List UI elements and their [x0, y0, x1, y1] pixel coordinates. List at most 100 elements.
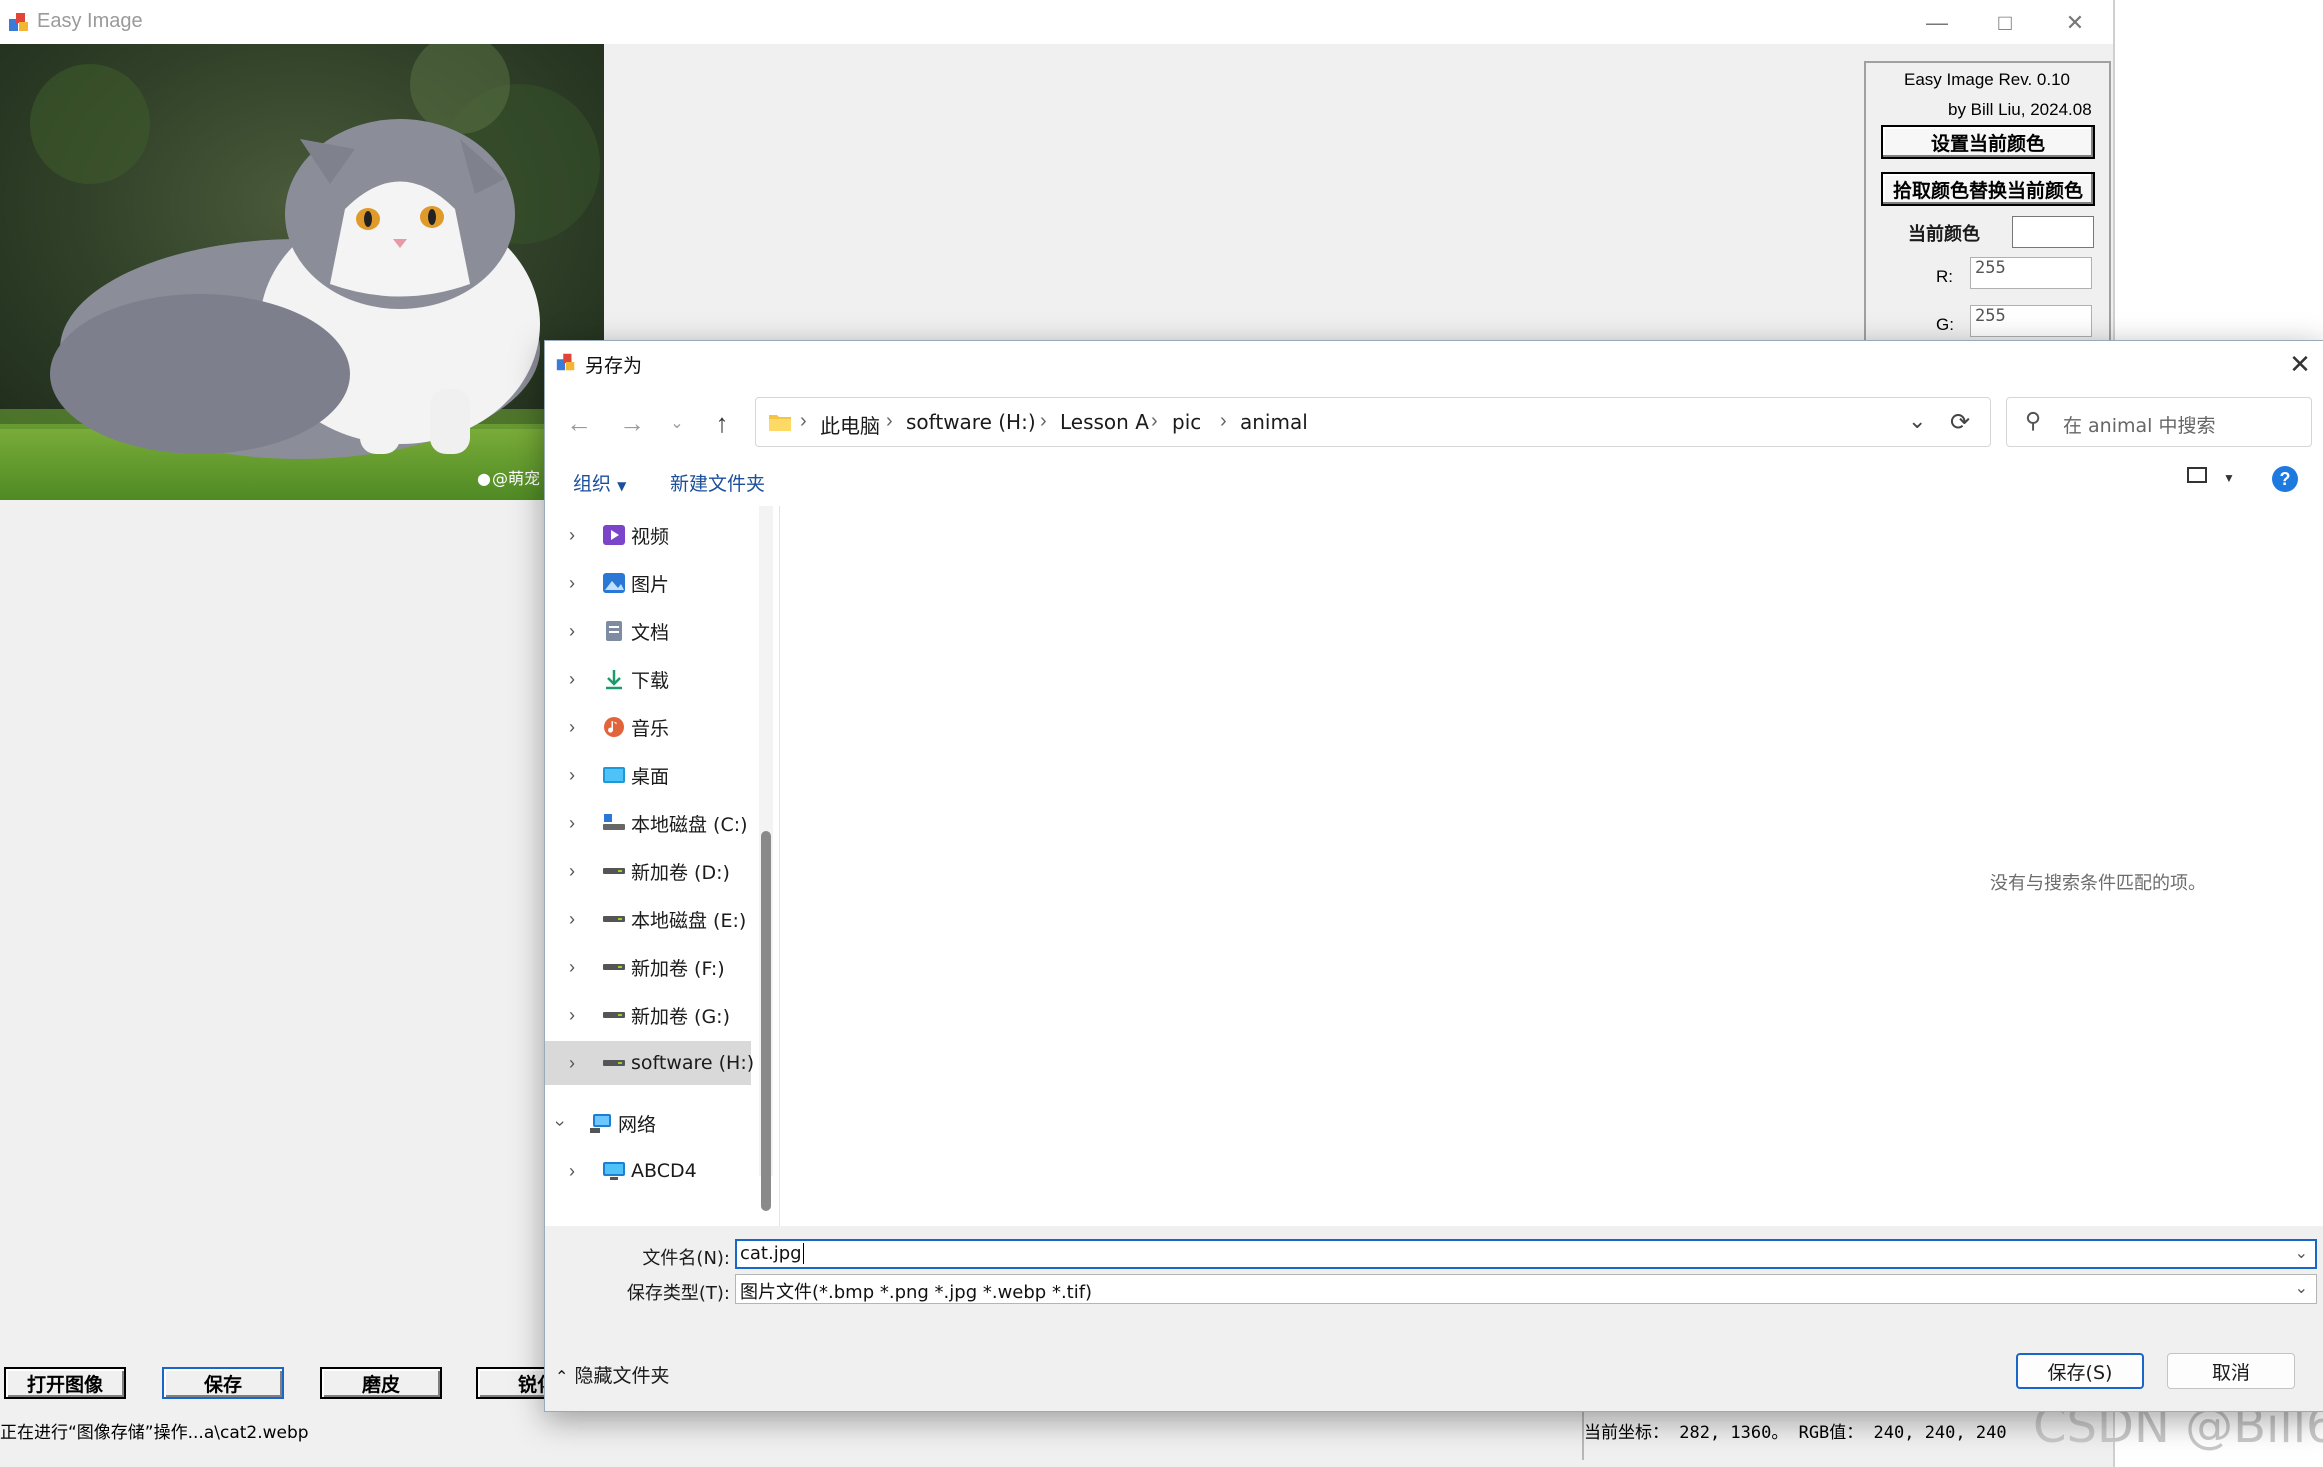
nav-item-drive-c[interactable]: › 本地磁盘 (C:): [545, 801, 751, 845]
hide-folders-label: 隐藏文件夹: [574, 1365, 670, 1387]
view-options-icon[interactable]: [2187, 467, 2207, 483]
r-value-field[interactable]: 255: [1970, 257, 2092, 289]
smooth-skin-button[interactable]: 磨皮: [320, 1367, 442, 1399]
nav-item-drive-h[interactable]: › software (H:): [545, 1041, 755, 1085]
search-icon: ⚲: [2025, 408, 2042, 433]
svg-text:●: ●: [477, 469, 491, 488]
nav-label: 桌面: [631, 765, 670, 788]
nav-item-drive-g[interactable]: › 新加卷 (G:): [545, 993, 751, 1037]
breadcrumb-animal[interactable]: animal: [1240, 410, 1308, 434]
app-titlebar: Easy Image — □ ✕: [0, 0, 2113, 44]
forward-button[interactable]: →: [612, 403, 652, 443]
maximize-button[interactable]: □: [1973, 6, 2037, 40]
breadcrumb-this-pc[interactable]: 此电脑: [820, 410, 880, 439]
filename-dropdown-icon[interactable]: ⌄: [2295, 1243, 2308, 1262]
nav-item-documents[interactable]: › 文档: [545, 609, 751, 653]
nav-label: software (H:): [631, 1052, 755, 1074]
computer-icon: [603, 1162, 625, 1180]
cat-photo: ● @萌宠: [0, 44, 604, 500]
dialog-cancel-button[interactable]: 取消: [2167, 1353, 2295, 1389]
author-label: by Bill Liu, 2024.08: [1948, 100, 2092, 119]
filename-value: cat.jpg: [740, 1243, 802, 1264]
nav-item-downloads[interactable]: › 下载: [545, 657, 751, 701]
file-list-pane[interactable]: [779, 506, 2323, 1226]
dialog-save-button[interactable]: 保存(S): [2016, 1353, 2144, 1389]
help-icon[interactable]: ?: [2272, 466, 2298, 492]
nav-scrollbar-thumb[interactable]: [761, 831, 771, 1211]
system-drive-icon: [603, 814, 625, 830]
g-label: G:: [1936, 315, 1954, 334]
search-placeholder: 在 animal 中搜索: [2063, 415, 2216, 437]
nav-item-drive-f[interactable]: › 新加卷 (F:): [545, 945, 751, 989]
nav-item-network[interactable]: › 网络: [545, 1101, 751, 1145]
breadcrumb-drive-h[interactable]: software (H:): [906, 410, 1036, 434]
nav-label: 网络: [618, 1113, 657, 1136]
nav-label: 新加卷 (G:): [631, 1005, 730, 1028]
version-label: Easy Image Rev. 0.10: [1904, 70, 2070, 89]
filetype-label: 保存类型(T):: [626, 1283, 730, 1304]
current-color-label: 当前颜色: [1908, 224, 1980, 245]
organize-label: 组织: [573, 473, 612, 495]
address-dropdown-icon[interactable]: ⌄: [1908, 408, 1926, 434]
nav-label: 新加卷 (D:): [631, 861, 730, 884]
image-watermark: @萌宠: [492, 469, 540, 488]
g-value-field[interactable]: 255: [1970, 305, 2092, 337]
breadcrumb-pic[interactable]: pic: [1172, 410, 1201, 434]
music-icon: [604, 717, 624, 737]
drive-icon: [603, 964, 625, 970]
loaded-image[interactable]: ● @萌宠: [0, 44, 604, 500]
minimize-button[interactable]: —: [1905, 6, 1969, 40]
nav-item-drive-d[interactable]: › 新加卷 (D:): [545, 849, 751, 893]
nav-label: ABCD4: [631, 1160, 697, 1182]
new-folder-button[interactable]: 新建文件夹: [670, 469, 765, 496]
search-input[interactable]: ⚲ 在 animal 中搜索: [2006, 397, 2312, 447]
pane-divider: [779, 506, 780, 1226]
recent-locations-button[interactable]: ⌄: [657, 403, 697, 443]
refresh-icon[interactable]: ⟳: [1950, 408, 1970, 437]
nav-item-abcd4[interactable]: › ABCD4: [545, 1149, 751, 1193]
hide-folders-toggle[interactable]: ⌃ 隐藏文件夹: [555, 1361, 669, 1388]
view-dropdown-icon[interactable]: ▼: [2223, 471, 2235, 485]
network-icon: [590, 1114, 611, 1133]
empty-results-message: 没有与搜索条件匹配的项。: [1990, 873, 2206, 894]
nav-label: 视频: [631, 525, 670, 548]
nav-item-videos[interactable]: › 视频: [545, 513, 751, 557]
folder-icon: [769, 415, 791, 431]
drive-icon: [603, 1060, 625, 1066]
pictures-icon: [603, 573, 625, 593]
control-panel: Easy Image Rev. 0.10 by Bill Liu, 2024.0…: [1864, 61, 2111, 363]
nav-label: 音乐: [631, 717, 670, 740]
status-message: 正在进行“图像存储”操作...a\cat2.webp: [0, 1423, 309, 1443]
close-button[interactable]: ✕: [2043, 6, 2107, 40]
video-icon: [603, 525, 625, 545]
nav-label: 图片: [631, 573, 670, 596]
download-icon: [606, 670, 622, 690]
dialog-title: 另存为: [585, 355, 643, 377]
organize-dropdown-icon: ▼: [617, 479, 627, 493]
nav-item-pictures[interactable]: › 图片: [545, 561, 751, 605]
save-button[interactable]: 保存: [162, 1367, 284, 1399]
nav-label: 文档: [631, 621, 670, 644]
filename-input[interactable]: cat.jpg ⌄: [735, 1239, 2317, 1269]
filetype-dropdown-icon[interactable]: ⌄: [2295, 1278, 2308, 1297]
documents-icon: [606, 621, 622, 641]
app-logo-icon: [9, 13, 28, 31]
organize-menu[interactable]: 组织 ▼: [573, 469, 626, 496]
nav-label: 本地磁盘 (C:): [631, 813, 748, 836]
back-button[interactable]: ←: [559, 403, 599, 443]
nav-label: 下载: [631, 669, 670, 692]
app-title: Easy Image: [37, 10, 143, 32]
current-color-swatch[interactable]: [2012, 216, 2094, 248]
breadcrumb-lesson-a[interactable]: Lesson A: [1060, 410, 1149, 434]
nav-item-drive-e[interactable]: › 本地磁盘 (E:): [545, 897, 751, 941]
filetype-select[interactable]: 图片文件(*.bmp *.png *.jpg *.webp *.tif) ⌄: [735, 1274, 2317, 1304]
nav-item-desktop[interactable]: › 桌面: [545, 753, 751, 797]
up-button[interactable]: ↑: [702, 403, 742, 443]
pick-color-button[interactable]: 拾取颜色替换当前颜色: [1881, 172, 2095, 206]
open-image-button[interactable]: 打开图像: [4, 1367, 126, 1399]
status-coordinates: 当前坐标： 282, 1360。 RGB值： 240, 240, 240: [1584, 1423, 2007, 1443]
nav-item-music[interactable]: › 音乐: [545, 705, 751, 749]
address-bar[interactable]: › 此电脑 › software (H:) › Lesson A › pic ›…: [755, 397, 1991, 447]
set-color-button[interactable]: 设置当前颜色: [1881, 125, 2095, 159]
dialog-close-button[interactable]: ✕: [2283, 347, 2317, 381]
